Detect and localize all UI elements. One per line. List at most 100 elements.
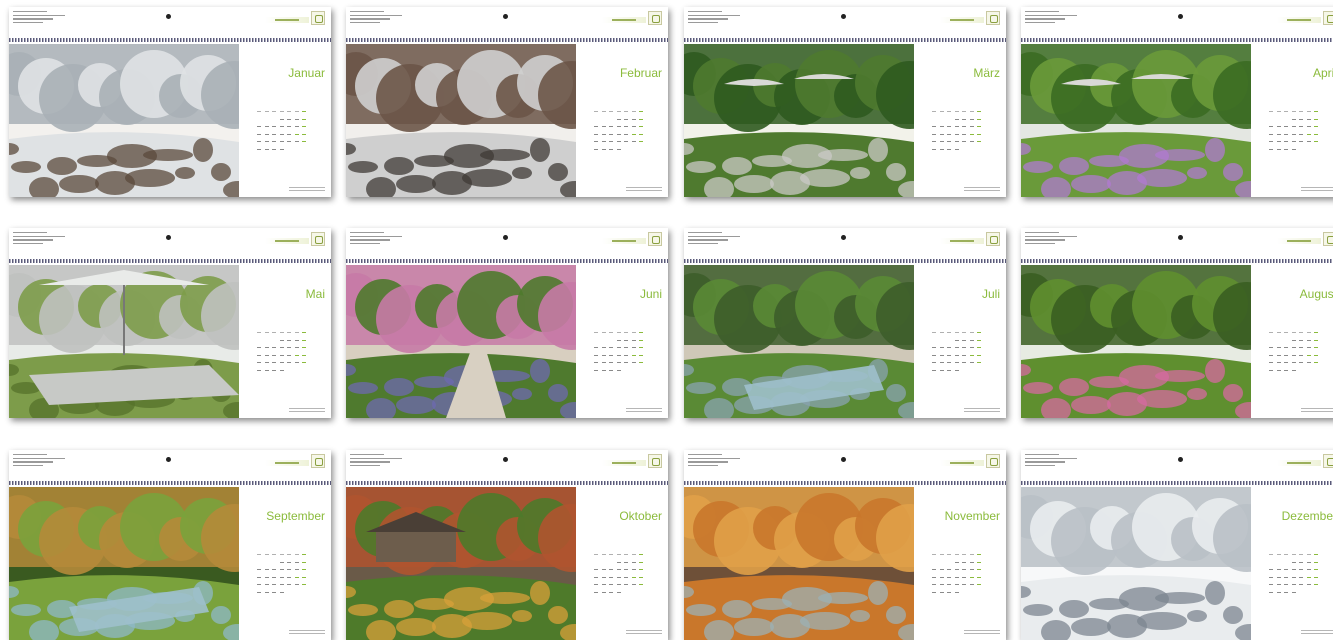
calendar-page[interactable]: Januar — [9, 7, 331, 197]
calendar-page[interactable]: November — [684, 450, 1006, 640]
page-header — [1021, 450, 1333, 480]
brand-logo — [940, 454, 1000, 470]
garden-photo — [346, 487, 576, 640]
garden-photo-svg — [684, 265, 914, 418]
holiday-notes — [1301, 406, 1333, 412]
brand-logo — [265, 454, 325, 470]
month-date-grid — [594, 551, 654, 604]
brand-logo — [265, 11, 325, 27]
holiday-notes — [289, 628, 325, 634]
garden-photo-svg — [1021, 44, 1251, 197]
calendar-page[interactable]: April — [1021, 7, 1333, 197]
month-date-grid — [932, 108, 992, 161]
calendar-overview: { "calendar": { "pages": [ {"month": "Ja… — [0, 0, 1333, 640]
hanging-hole — [166, 14, 171, 19]
holiday-notes — [964, 628, 1000, 634]
calendar-page[interactable]: März — [684, 7, 1006, 197]
hanging-hole — [503, 14, 508, 19]
month-title: August — [1299, 287, 1333, 301]
brand-logo — [265, 232, 325, 248]
brand-logo — [940, 11, 1000, 27]
calendar-page[interactable]: Mai — [9, 228, 331, 418]
garden-photo — [346, 265, 576, 418]
holiday-notes — [964, 406, 1000, 412]
month-date-grid — [257, 108, 317, 161]
calendar-side-panel: August — [1251, 265, 1333, 418]
calendar-side-panel: Januar — [239, 44, 331, 197]
hanging-hole — [1178, 235, 1183, 240]
spiral-binding — [346, 38, 668, 42]
publisher-address-lines — [350, 232, 410, 246]
month-date-grid — [932, 551, 992, 604]
garden-photo — [1021, 487, 1251, 640]
publisher-address-lines — [1025, 232, 1085, 246]
holiday-notes — [1301, 628, 1333, 634]
spiral-binding — [684, 259, 1006, 263]
spiral-binding — [684, 481, 1006, 485]
hanging-hole — [503, 457, 508, 462]
hanging-hole — [841, 235, 846, 240]
month-title: Juni — [639, 287, 662, 301]
calendar-side-panel: November — [914, 487, 1006, 640]
month-date-grid — [1269, 329, 1329, 382]
calendar-page[interactable]: September — [9, 450, 331, 640]
calendar-page[interactable]: Februar — [346, 7, 668, 197]
page-header — [1021, 7, 1333, 37]
holiday-notes — [1301, 185, 1333, 191]
garden-photo — [346, 44, 576, 197]
month-date-grid — [257, 551, 317, 604]
holiday-notes — [289, 406, 325, 412]
page-header — [684, 7, 1006, 37]
month-title: März — [973, 66, 1000, 80]
month-title: April — [1312, 66, 1333, 80]
garden-photo-svg — [346, 265, 576, 418]
spiral-binding — [1021, 38, 1333, 42]
calendar-side-panel: April — [1251, 44, 1333, 197]
month-title: Mai — [305, 287, 325, 301]
hanging-hole — [1178, 457, 1183, 462]
garden-photo-svg — [346, 44, 576, 197]
calendar-page[interactable]: Juni — [346, 228, 668, 418]
garden-photo — [9, 44, 239, 197]
calendar-side-panel: Oktober — [576, 487, 668, 640]
month-date-grid — [1269, 108, 1329, 161]
page-header — [346, 450, 668, 480]
hanging-hole — [841, 14, 846, 19]
brand-logo — [940, 232, 1000, 248]
brand-logo — [1277, 232, 1333, 248]
garden-photo — [9, 265, 239, 418]
garden-photo — [1021, 44, 1251, 197]
spiral-binding — [684, 38, 1006, 42]
holiday-notes — [289, 185, 325, 191]
calendar-side-panel: März — [914, 44, 1006, 197]
hanging-hole — [1178, 14, 1183, 19]
calendar-page[interactable]: Juli — [684, 228, 1006, 418]
brand-logo — [602, 454, 662, 470]
calendar-page[interactable]: Dezember — [1021, 450, 1333, 640]
garden-photo — [684, 265, 914, 418]
spiral-binding — [9, 38, 331, 42]
garden-photo-svg — [346, 487, 576, 640]
garden-photo-svg — [1021, 265, 1251, 418]
publisher-address-lines — [688, 11, 748, 25]
calendar-side-panel: Juni — [576, 265, 668, 418]
page-header — [684, 228, 1006, 258]
calendar-side-panel: Dezember — [1251, 487, 1333, 640]
hanging-hole — [841, 457, 846, 462]
garden-photo-svg — [9, 487, 239, 640]
calendar-grid: Januar Februar März Apr Mai Juni Juli Au… — [0, 0, 1333, 640]
garden-photo-svg — [684, 44, 914, 197]
page-header — [684, 450, 1006, 480]
spiral-binding — [9, 259, 331, 263]
month-title: Januar — [288, 66, 325, 80]
page-header — [346, 7, 668, 37]
hanging-hole — [503, 235, 508, 240]
publisher-address-lines — [688, 232, 748, 246]
calendar-page[interactable]: August — [1021, 228, 1333, 418]
calendar-page[interactable]: Oktober — [346, 450, 668, 640]
publisher-address-lines — [13, 454, 73, 468]
brand-logo — [602, 11, 662, 27]
page-header — [9, 450, 331, 480]
month-title: Dezember — [1281, 509, 1333, 523]
spiral-binding — [1021, 259, 1333, 263]
